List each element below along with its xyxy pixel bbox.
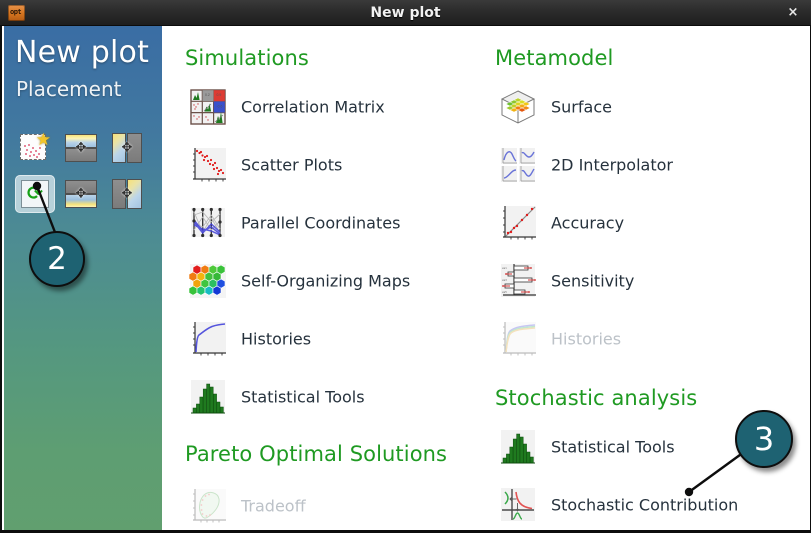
new-plot-dialog: opt New plot × New plot Placement ★ ✥ ✥ …	[0, 0, 811, 533]
callout-badge-3: 3	[735, 410, 793, 468]
callout-3-leader	[684, 451, 745, 497]
